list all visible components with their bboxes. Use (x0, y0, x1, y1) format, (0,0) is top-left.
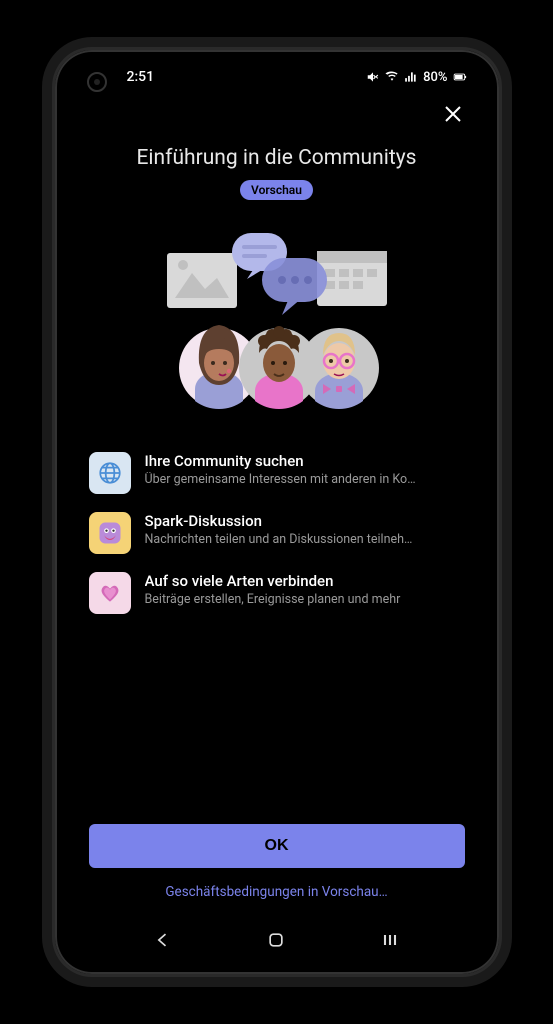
heart-icon (89, 572, 131, 614)
status-bar: 2:51 80% (67, 62, 487, 92)
page-title: Einführung in die Communitys (89, 146, 465, 170)
feature-title: Auf so viele Arten verbinden (145, 572, 465, 590)
terms-link[interactable]: Geschäftsbedingungen in Vorschau… (89, 868, 465, 908)
signal-icon (404, 70, 418, 84)
preview-badge: Vorschau (240, 180, 313, 200)
feature-connect: Auf so viele Arten verbinden Beiträge er… (89, 572, 465, 614)
camera-hole (87, 72, 107, 92)
feature-desc: Nachrichten teilen und an Diskussionen t… (145, 532, 465, 547)
feature-list: Ihre Community suchen Über gemeinsame In… (89, 452, 465, 614)
nav-home-button[interactable] (264, 928, 288, 952)
wifi-icon (385, 70, 399, 84)
android-nav-bar (67, 918, 487, 962)
close-icon (441, 102, 465, 126)
feature-title: Spark-Diskussion (145, 512, 465, 530)
battery-percent: 80% (423, 70, 447, 85)
nav-recent-button[interactable] (378, 928, 402, 952)
close-button[interactable] (441, 102, 465, 126)
feature-spark-discussion: Spark-Diskussion Nachrichten teilen und … (89, 512, 465, 554)
mute-icon (366, 70, 380, 84)
ok-button[interactable]: OK (89, 824, 465, 868)
feature-desc: Über gemeinsame Interessen mit anderen i… (145, 472, 465, 487)
feature-desc: Beiträge erstellen, Ereignisse planen un… (145, 592, 465, 607)
emoji-icon (89, 512, 131, 554)
status-time: 2:51 (127, 69, 367, 85)
communities-illustration (147, 223, 407, 423)
feature-find-community: Ihre Community suchen Über gemeinsame In… (89, 452, 465, 494)
hero-illustration (89, 208, 465, 438)
app-content: Einführung in die Communitys Vorschau (67, 92, 487, 918)
nav-back-button[interactable] (151, 928, 175, 952)
battery-icon (453, 70, 467, 84)
screen: 2:51 80% Einführung in die Communitys Vo… (67, 62, 487, 962)
globe-icon (89, 452, 131, 494)
feature-title: Ihre Community suchen (145, 452, 465, 470)
status-icons: 80% (366, 70, 466, 85)
phone-frame: 2:51 80% Einführung in die Communitys Vo… (52, 47, 502, 977)
